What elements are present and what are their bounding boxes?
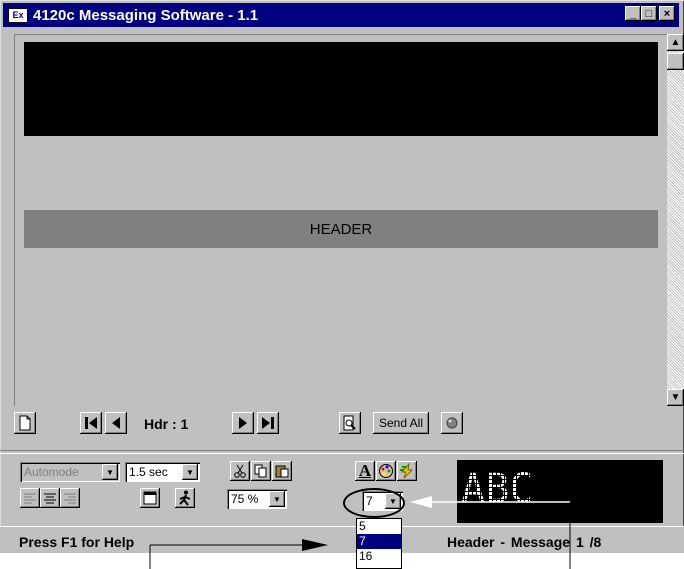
status-light-icon [446,417,458,429]
scissors-icon [234,464,246,478]
font-size-dropdown-list[interactable]: 5 7 16 [356,518,402,569]
formatting-toolbar: Automode ▼ 1.5 sec ▼ A 75 % ▼ 7 ▼ [14,458,474,518]
chevron-down-icon[interactable]: ▼ [102,464,118,480]
next-header-button[interactable] [232,412,254,434]
speed-select[interactable]: 1.5 sec ▼ [125,462,200,482]
zoom-select-value: 75 % [231,492,259,506]
window-icon [143,491,157,505]
paste-button[interactable] [272,461,292,481]
chevron-down-icon[interactable]: ▼ [269,491,285,507]
title-bar[interactable]: Ex 4120c Messaging Software - 1.1 _ □ × [3,3,679,27]
align-right-button[interactable] [60,488,80,508]
scroll-thumb[interactable] [667,53,684,70]
header-band-label: HEADER [309,220,373,238]
help-hint: Press F1 for Help [19,534,135,550]
dropdown-option[interactable]: 5 [357,519,401,534]
mode-select-value: Automode [24,465,79,479]
message-status: Header - Message 1 /8 [447,534,602,550]
status-bar: Press F1 for Help Header - Message 1 /8 [0,526,684,553]
align-left-icon [24,493,36,504]
align-left-button[interactable] [20,488,40,508]
skip-first-icon [85,417,97,429]
status-light-button[interactable] [441,412,463,434]
cut-button[interactable] [230,461,250,481]
run-button[interactable] [175,488,195,508]
new-page-icon [19,415,31,431]
scroll-down-button[interactable]: ▼ [667,389,684,406]
skip-last-icon [262,417,274,429]
scroll-up-button[interactable]: ▲ [667,34,684,51]
led-preview-panel: ABC [457,460,663,523]
lightning-icon [400,463,414,479]
copy-icon [254,464,267,478]
navigation-toolbar: Hdr : 1 Send All [14,412,674,442]
chevron-down-icon[interactable]: ▼ [182,464,198,480]
previous-icon [112,417,120,429]
header-band[interactable]: HEADER [24,210,658,248]
header-counter: Hdr : 1 [144,416,189,432]
magnifier-page-icon [343,415,356,431]
effects-button[interactable] [397,461,417,481]
align-right-icon [64,493,76,504]
paste-icon [275,465,289,478]
last-header-button[interactable] [257,412,279,434]
led-preview-label: ABC [461,466,533,512]
send-all-button[interactable]: Send All [373,412,429,434]
font-button[interactable]: A [355,461,375,481]
new-page-button[interactable] [14,412,36,434]
align-center-icon [44,493,56,504]
previous-header-button[interactable] [105,412,127,434]
copy-button[interactable] [251,461,271,481]
font-icon: A [358,461,372,480]
first-header-button[interactable] [80,412,102,434]
callout-circle [343,488,405,518]
vertical-scrollbar[interactable]: ▲ ▼ [667,34,684,406]
window-title: 4120c Messaging Software - 1.1 [33,6,259,24]
mode-select[interactable]: Automode ▼ [20,462,120,482]
close-button[interactable]: × [659,6,675,21]
preview-button[interactable] [339,412,361,434]
minimize-button[interactable]: _ [625,6,641,21]
dropdown-option[interactable]: 7 [357,534,401,549]
next-icon [239,417,247,429]
toolbar-separator [0,450,684,454]
display-area-top[interactable] [24,42,658,136]
app-icon[interactable]: Ex [8,7,28,23]
dropdown-option[interactable]: 16 [357,549,401,564]
speed-select-value: 1.5 sec [129,465,168,479]
zoom-select[interactable]: 75 % ▼ [227,489,287,509]
maximize-button[interactable]: □ [641,6,657,21]
color-palette-button[interactable] [376,461,396,481]
message-canvas[interactable]: HEADER [14,34,667,406]
align-center-button[interactable] [40,488,60,508]
window-layout-button[interactable] [140,488,160,508]
palette-icon [379,464,393,478]
running-man-icon [179,490,191,506]
led-preview-text: ABC [461,466,533,512]
application-window: Ex 4120c Messaging Software - 1.1 _ □ × … [0,0,684,553]
